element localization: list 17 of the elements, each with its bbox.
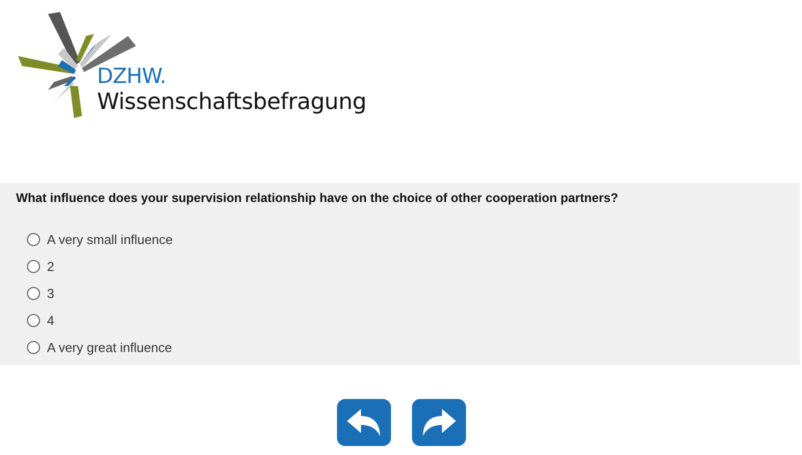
option-label[interactable]: A very great influence (47, 340, 172, 355)
option-label[interactable]: 3 (47, 286, 54, 301)
back-button[interactable] (336, 399, 390, 446)
option-label[interactable]: 2 (47, 259, 54, 274)
question-text: What influence does your supervision relationship have on the choice of other cooperation partners? (16, 190, 620, 206)
forward-arrow-icon (422, 408, 456, 436)
radio-button[interactable] (27, 233, 40, 246)
option-label[interactable]: 4 (47, 313, 54, 328)
next-button[interactable] (412, 399, 466, 446)
logo-title: Wissenschaftsbefragung (97, 88, 366, 116)
logo-brand: DZHW. (97, 64, 167, 88)
radio-button[interactable] (27, 287, 40, 300)
radio-button[interactable] (27, 260, 40, 273)
back-arrow-icon (346, 408, 380, 436)
radio-button[interactable] (27, 341, 40, 354)
radio-button[interactable] (27, 314, 40, 327)
option-label[interactable]: A very small influence (47, 232, 173, 247)
